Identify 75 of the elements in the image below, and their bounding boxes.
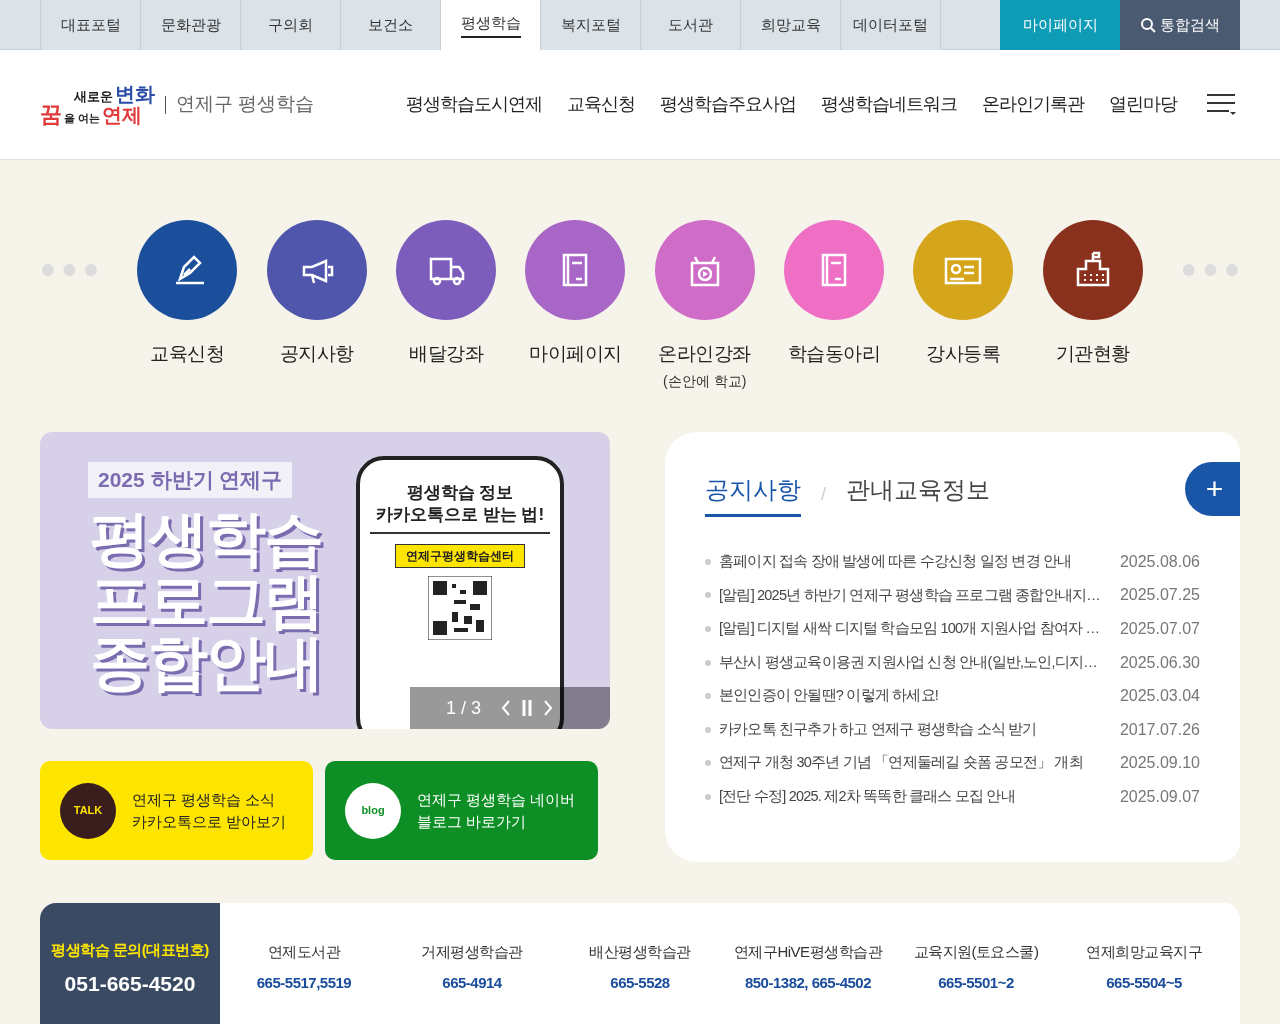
quick-menu-label: 강사등록 <box>926 342 1001 366</box>
phone-search-label: 연제구평생학습센터 <box>395 544 525 568</box>
place-name: 거제평생학습관 <box>421 942 523 962</box>
notice-date: 2025.08.06 <box>1118 551 1200 572</box>
notice-link[interactable]: [전단 수정] 2025. 제2차 똑똑한 클래스 모집 안내 <box>719 786 1102 808</box>
notice-link[interactable]: 카카오톡 친구추가 하고 연제구 평생학습 소식 받기 <box>719 718 1102 741</box>
place-phone: 665-5501~2 <box>938 972 1014 993</box>
quick-menu-label: 기관현황 <box>1055 342 1130 366</box>
banner-headline: 평생학습 <box>90 508 322 570</box>
nav-link[interactable]: 평생학습주요사업 <box>660 91 796 118</box>
quick-menu-sublabel: (손안에 학교) <box>663 371 747 391</box>
site-tab[interactable]: 도서관 <box>640 0 740 50</box>
place-phone: 850-1382, 665-4502 <box>744 972 872 993</box>
place-phone: 665-4914 <box>442 972 502 993</box>
notice-tab[interactable]: 공지사항 <box>705 472 801 517</box>
place-name: 배산평생학습관 <box>589 942 691 962</box>
notice-date: 2017.07.26 <box>1118 719 1200 740</box>
blog-icon: blog <box>345 782 401 839</box>
site-tab[interactable]: 평생학습 <box>440 0 540 50</box>
banner-tag: 2025 하반기 연제구 <box>88 462 293 498</box>
place-phone: 665-5517,5519 <box>256 972 352 993</box>
site-tab[interactable]: 구의회 <box>240 0 340 50</box>
banner-headline: 종합안내 <box>90 632 322 694</box>
site-tab[interactable]: 대표포털 <box>40 0 140 50</box>
nav-link[interactable]: 열린마당 <box>1109 91 1177 118</box>
contact-label: 평생학습 문의(대표번호) <box>51 940 209 960</box>
place-name: 연제구HiVE평생학습관 <box>733 942 883 962</box>
notice-link[interactable]: [알림] 2025년 하반기 연제구 평생학습 프로그램 종합안내지… <box>719 584 1102 607</box>
talk-icon: TALK <box>60 782 116 839</box>
quick-menu-label: 온라인강좌 <box>658 342 751 366</box>
quick-menu-label: 학습동아리 <box>787 342 881 366</box>
place-name: 연제희망교육지구 <box>1086 942 1202 962</box>
notice-link[interactable]: 연제구 개청 30주년 기념 「연제둘레길 숏폼 공모전」 개최 <box>719 752 1102 775</box>
place-name: 연제도서관 <box>267 942 341 962</box>
nav-link[interactable]: 온라인기록관 <box>982 91 1084 118</box>
place-name: 교육지원(토요스쿨) <box>913 942 1039 962</box>
site-name: 연제구 평생학습 <box>176 92 316 117</box>
notice-date: 2025.09.07 <box>1118 786 1200 807</box>
notice-date: 2025.07.07 <box>1118 619 1200 639</box>
notice-date: 2025.07.25 <box>1118 585 1200 606</box>
site-tab[interactable]: 문화관광 <box>140 0 240 50</box>
tab-separator: / <box>821 483 826 506</box>
search-button[interactable]: 통합검색 <box>1120 0 1240 50</box>
notice-date: 2025.06.30 <box>1118 652 1200 673</box>
phone-title: 평생학습 정보 카카오톡으로 받는 법! <box>370 482 550 534</box>
quick-menu-label: 마이페이지 <box>529 342 622 366</box>
nav-link[interactable]: 교육신청 <box>567 91 635 118</box>
site-tab[interactable]: 희망교육 <box>740 0 840 50</box>
quick-menu-label: 배달강좌 <box>409 342 484 366</box>
banner-headline: 프로그램 <box>90 570 322 632</box>
notice-link[interactable]: 홈페이지 접속 장애 발생에 따른 수강신청 일정 변경 안내 <box>719 550 1102 573</box>
promo-banner[interactable]: 2025 하반기 연제구 평생학습 프로그램 종합안내 평생학습 정보 카카오톡으로 받는 법! 연제구평생학습센터 1 / 3 <box>40 432 610 729</box>
notice-link[interactable]: 부산시 평생교육이용권 지원사업 신청 안내(일반,노인,디지… <box>719 651 1102 674</box>
site-tab[interactable]: 데이터포털 <box>840 0 940 50</box>
quick-menu-label: 공지사항 <box>279 342 354 366</box>
notice-date: 2025.09.10 <box>1118 753 1200 774</box>
banner-pager: 1 / 3 <box>446 696 482 720</box>
button-label: 연제구 평생학습 네이버 블로그 바로가기 <box>417 789 576 832</box>
place-phone: 665-5528 <box>610 972 670 993</box>
site-tab[interactable]: 보건소 <box>340 0 440 50</box>
notice-link[interactable]: 본인인증이 안될땐? 이렇게 하세요! <box>719 685 1102 708</box>
blog-button[interactable]: blog 연제구 평생학습 네이버 블로그 바로가기 <box>325 761 598 860</box>
nav-link[interactable]: 평생학습네트워크 <box>821 91 957 118</box>
site-tab[interactable]: 복지포털 <box>540 0 640 50</box>
kakao-button[interactable]: TALK 연제구 평생학습 소식 카카오톡으로 받아보기 <box>40 761 313 860</box>
place-phone: 665-5504~5 <box>1106 972 1182 993</box>
more-button[interactable]: + <box>1185 462 1240 516</box>
site-logo[interactable]: 새로운 변화 꿈 을 여는 연제 <box>40 83 155 126</box>
nav-link[interactable]: 평생학습도시연제 <box>406 91 542 118</box>
notice-date: 2025.03.04 <box>1118 686 1200 707</box>
quick-menu-label: 교육신청 <box>150 342 225 366</box>
notice-tab[interactable]: 관내교육정보 <box>846 472 990 517</box>
button-label: 연제구 평생학습 소식 카카오톡으로 받아보기 <box>132 789 287 832</box>
contact-phone: 051-665-4520 <box>64 970 196 997</box>
notice-link[interactable]: [알림] 디지털 새싹 디지털 학습모임 100개 지원사업 참여자 … <box>719 618 1102 640</box>
